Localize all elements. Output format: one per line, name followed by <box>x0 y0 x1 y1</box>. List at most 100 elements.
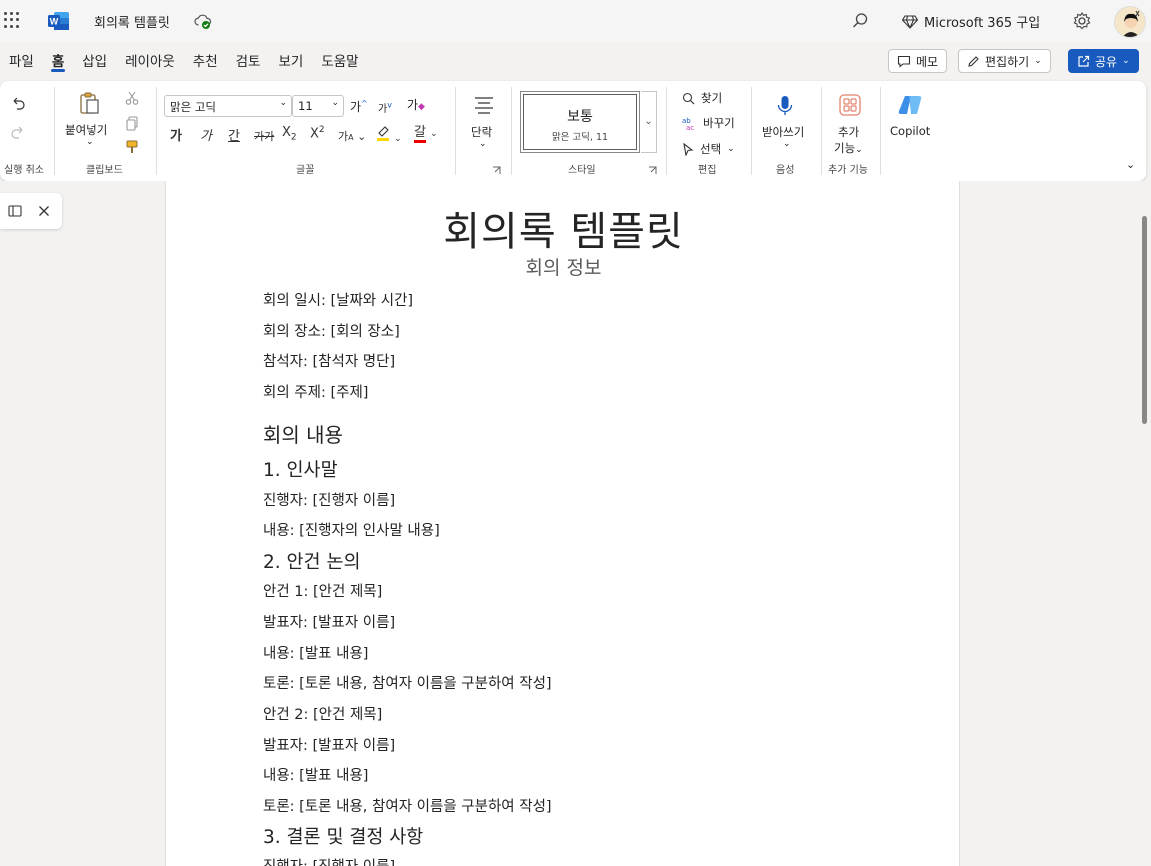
replace-label: 바꾸기 <box>703 116 735 130</box>
paste-icon[interactable] <box>77 91 101 115</box>
memo-button[interactable]: 메모 <box>888 49 948 73</box>
user-avatar[interactable] <box>1114 6 1146 38</box>
tab-recommend[interactable]: 추천 <box>184 46 227 74</box>
editing-mode-button[interactable]: 편집하기 ⌄ <box>958 49 1051 73</box>
dialog-launcher-icon[interactable] <box>492 166 501 175</box>
shrink-font-button[interactable]: 가v <box>378 100 392 115</box>
content-line[interactable]: 내용: [발표 내용] <box>263 764 368 785</box>
tab-help[interactable]: 도움말 <box>312 46 367 74</box>
tab-home[interactable]: 홈 <box>43 46 73 74</box>
copilot-button[interactable]: Copilot <box>890 124 930 138</box>
highlight-button[interactable]: ⌄ <box>376 125 402 145</box>
addins-group-label: 추가 기능 <box>828 165 868 176</box>
tab-layout[interactable]: 레이아웃 <box>116 46 184 74</box>
m365-purchase-button[interactable]: Microsoft 365 구입 <box>902 12 1040 31</box>
content-line[interactable]: 안건 2: [안건 제목] <box>263 703 382 724</box>
tab-view[interactable]: 보기 <box>269 46 312 74</box>
app-launcher-icon[interactable] <box>4 12 20 28</box>
paragraph-icon[interactable] <box>473 96 495 114</box>
content-line[interactable]: 진행자: [진행자 이름] <box>263 855 395 866</box>
bold-button[interactable]: 가 <box>170 125 182 144</box>
edit-label: 편집하기 <box>985 54 1030 69</box>
addins-button-line2[interactable]: 기능⌄ <box>834 140 863 156</box>
content-line[interactable]: 진행자: [진행자 이름] <box>263 489 395 510</box>
section-heading[interactable]: 회의 내용 <box>263 419 343 448</box>
svg-text:ac: ac <box>686 124 694 130</box>
subscript-button[interactable]: X2 <box>282 125 297 143</box>
cut-icon[interactable] <box>124 90 140 106</box>
style-normal-card[interactable]: 보통 맑은 고딕, 11 <box>520 91 640 153</box>
info-line[interactable]: 회의 장소: [회의 장소] <box>263 320 400 341</box>
tab-review[interactable]: 검토 <box>227 46 270 74</box>
find-button[interactable]: 찾기 <box>682 90 722 106</box>
change-case-button[interactable]: 가A ⌄ <box>338 128 366 144</box>
paragraph-button[interactable]: 단락 <box>471 124 492 140</box>
info-line[interactable]: 회의 주제: [주제] <box>263 381 368 402</box>
chevron-down-icon: ⌄ <box>279 98 287 108</box>
content-line[interactable]: 발표자: [발표자 이름] <box>263 734 395 755</box>
content-line[interactable]: 안건 1: [안건 제목] <box>263 580 382 601</box>
font-size-select[interactable]: 11 ⌄ <box>292 95 344 117</box>
share-button[interactable]: 공유 ⌄ <box>1068 49 1139 73</box>
dictate-button[interactable]: 받아쓰기 <box>762 124 804 140</box>
share-icon <box>1078 55 1090 67</box>
addins-grid-icon[interactable] <box>838 93 862 117</box>
content-line[interactable]: 토론: [토론 내용, 참여자 이름을 구분하여 작성] <box>263 672 552 693</box>
underline-button[interactable]: 간 <box>228 125 240 144</box>
styles-expand-button[interactable]: ⌄ <box>641 91 657 153</box>
chevron-down-icon[interactable]: ⌄ <box>479 139 487 149</box>
copy-icon[interactable] <box>124 115 140 131</box>
content-line[interactable]: 내용: [발표 내용] <box>263 642 368 663</box>
editing-group-label: 편집 <box>698 165 717 176</box>
redo-icon[interactable] <box>10 124 26 140</box>
chevron-down-icon[interactable]: ⌄ <box>86 137 94 147</box>
info-line[interactable]: 참석자: [참석자 명단] <box>263 350 395 371</box>
font-group-label: 글꼴 <box>296 165 315 176</box>
subsection-heading[interactable]: 2. 안건 논의 <box>263 548 361 574</box>
memo-label: 메모 <box>916 54 939 69</box>
clear-format-button[interactable]: 가◆ <box>407 96 425 113</box>
chevron-down-icon[interactable]: ⌄ <box>783 139 791 149</box>
superscript-button[interactable]: X2 <box>310 125 325 141</box>
ribbon-collapse-chevron-icon[interactable]: ⌄ <box>1126 158 1135 171</box>
panel-icon[interactable] <box>8 204 22 218</box>
content-line[interactable]: 토론: [토론 내용, 참여자 이름을 구분하여 작성] <box>263 795 552 816</box>
title-bar: W 회의록 템플릿 Microsoft 365 구입 <box>0 0 1151 42</box>
document-title-text[interactable]: 회의록 템플릿 <box>166 199 961 257</box>
style-name: 보통 <box>567 109 593 125</box>
strikethrough-button[interactable]: 가가 <box>254 128 274 144</box>
addins-button-line1[interactable]: 추가 <box>838 124 859 140</box>
font-name-select[interactable]: 맑은 고딕 ⌄ <box>164 95 292 117</box>
content-line[interactable]: 내용: [진행자의 인사말 내용] <box>263 519 440 540</box>
paste-button[interactable]: 붙여넣기 <box>65 122 107 138</box>
subsection-heading[interactable]: 3. 결론 및 결정 사항 <box>263 823 423 849</box>
document-title[interactable]: 회의록 템플릿 <box>94 12 170 31</box>
document-page[interactable]: 회의록 템플릿 회의 정보 회의 일시: [날짜와 시간] 회의 장소: [회의… <box>165 181 960 866</box>
close-icon[interactable] <box>38 205 50 217</box>
style-description: 맑은 고딕, 11 <box>551 132 609 143</box>
tab-file[interactable]: 파일 <box>0 46 43 74</box>
undo-icon[interactable] <box>10 95 26 111</box>
info-line[interactable]: 회의 일시: [날짜와 시간] <box>263 289 413 310</box>
format-painter-icon[interactable] <box>124 139 140 155</box>
copilot-icon[interactable] <box>897 93 923 117</box>
microphone-icon[interactable] <box>776 94 794 118</box>
gear-icon[interactable] <box>1072 11 1092 31</box>
grow-font-button[interactable]: 가^ <box>350 98 368 115</box>
vertical-scrollbar[interactable] <box>1142 216 1147 424</box>
tab-insert[interactable]: 삽입 <box>73 46 116 74</box>
svg-text:W: W <box>50 17 59 27</box>
content-line[interactable]: 발표자: [발표자 이름] <box>263 611 395 632</box>
cloud-saved-icon[interactable] <box>194 12 212 30</box>
select-button[interactable]: 선택 ⌄ <box>682 141 735 157</box>
word-logo-icon[interactable]: W <box>48 11 70 31</box>
cursor-icon <box>683 142 694 156</box>
ribbon-tabs: 파일 홈 삽입 레이아웃 추천 검토 보기 도움말 <box>0 46 368 76</box>
italic-button[interactable]: 가 <box>200 125 212 144</box>
subsection-heading[interactable]: 1. 인사말 <box>263 456 338 482</box>
dialog-launcher-icon[interactable] <box>648 166 657 175</box>
replace-button[interactable]: ab ac 바꾸기 <box>682 115 735 131</box>
search-icon[interactable] <box>850 11 870 31</box>
font-color-button[interactable]: 갈 ⌄ <box>414 125 438 143</box>
document-subtitle[interactable]: 회의 정보 <box>166 253 961 280</box>
